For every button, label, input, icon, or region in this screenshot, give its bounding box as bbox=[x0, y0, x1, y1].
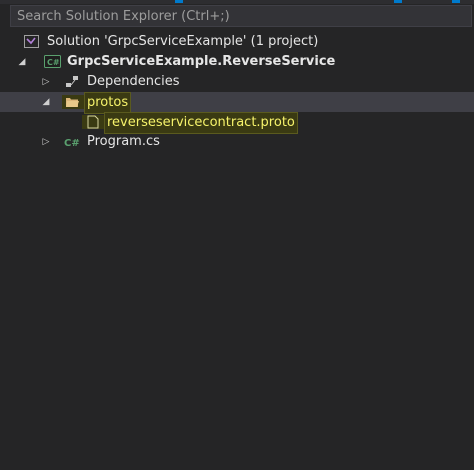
tree-item-label: protos bbox=[84, 92, 132, 114]
file-icon bbox=[82, 115, 104, 129]
expanded-arrow-icon[interactable]: ◢ bbox=[16, 52, 28, 72]
tab-indicator bbox=[452, 0, 460, 3]
tree-item-program-cs[interactable]: ▷ C# Program.cs bbox=[0, 132, 474, 152]
tab-indicator bbox=[175, 0, 183, 3]
csharp-file-icon: C# bbox=[64, 135, 80, 149]
tree-item-label: Program.cs bbox=[87, 134, 160, 149]
search-input[interactable] bbox=[17, 6, 457, 26]
dependencies-icon bbox=[64, 75, 80, 89]
tree-item-solution[interactable]: Solution 'GrpcServiceExample' (1 project… bbox=[0, 32, 474, 52]
tree-item-label: Dependencies bbox=[87, 74, 180, 89]
svg-text:C#: C# bbox=[64, 138, 80, 149]
tree-item-label: GrpcServiceExample.ReverseService bbox=[67, 54, 336, 69]
tree-item-label: Solution 'GrpcServiceExample' (1 project… bbox=[47, 34, 319, 49]
folder-open-icon bbox=[62, 95, 84, 109]
collapsed-arrow-icon[interactable]: ▷ bbox=[40, 132, 52, 152]
collapsed-arrow-icon[interactable]: ▷ bbox=[40, 72, 52, 92]
tree-item-project[interactable]: ◢ C# GrpcServiceExample.ReverseService bbox=[0, 52, 474, 72]
csharp-project-icon: C# bbox=[44, 55, 61, 69]
visual-studio-solution-icon bbox=[24, 35, 40, 49]
tree-item-protos-folder[interactable]: ◢ protos bbox=[0, 92, 474, 114]
tree-item-label: reverseservicecontract.proto bbox=[104, 112, 298, 134]
tab-indicator bbox=[394, 0, 402, 3]
expanded-arrow-icon[interactable]: ◢ bbox=[40, 92, 52, 112]
top-tab-strip bbox=[0, 0, 474, 4]
solution-explorer-panel: Solution 'GrpcServiceExample' (1 project… bbox=[0, 0, 474, 470]
tree-item-dependencies[interactable]: ▷ Dependencies bbox=[0, 72, 474, 92]
svg-text:C#: C# bbox=[47, 58, 60, 67]
search-box[interactable] bbox=[10, 5, 472, 27]
tree-item-proto-file[interactable]: reverseservicecontract.proto bbox=[0, 112, 474, 134]
